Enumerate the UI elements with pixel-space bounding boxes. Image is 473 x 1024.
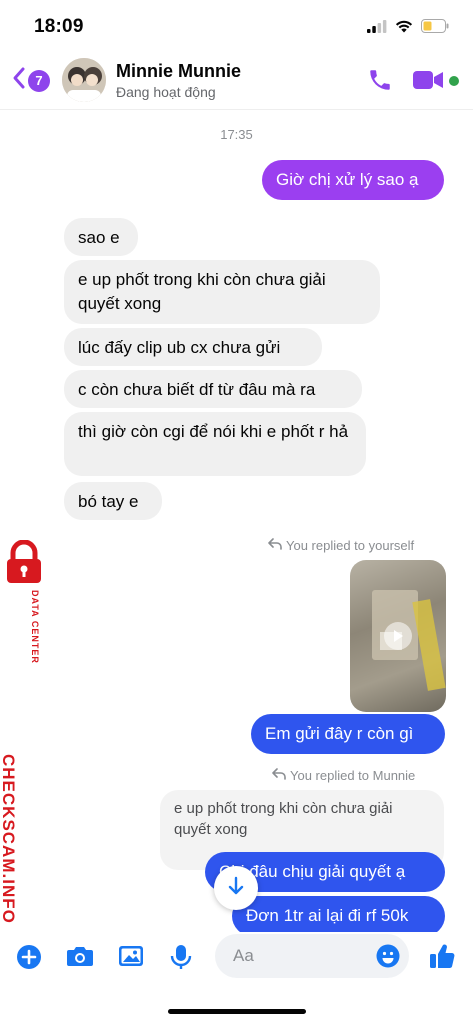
thumbs-up-icon[interactable] [428,942,456,975]
incoming-message[interactable]: c còn chưa biết df từ đâu mà ra [64,370,362,408]
status-time: 18:09 [34,16,84,37]
video-call-icon[interactable] [413,69,445,96]
incoming-message[interactable]: sao e [64,218,138,256]
reply-note-text: You replied to Munnie [290,768,416,783]
incoming-message[interactable]: bó tay e [64,482,162,520]
message-timestamp: 17:35 [220,127,253,142]
reply-indicator: You replied to yourself [268,538,414,553]
reply-icon [272,768,286,783]
scroll-to-bottom-button[interactable] [214,866,258,910]
watermark: DATA CENTER CHECKSCAM.INFO [0,539,48,924]
reply-indicator: You replied to Munnie [272,768,415,783]
microphone-icon[interactable] [170,944,192,975]
message-composer [0,932,473,982]
lock-icon [4,539,44,589]
watermark-subtitle: DATA CENTER [30,590,40,664]
watermark-title: CHECKSCAM.INFO [0,754,18,924]
outgoing-message[interactable]: Đơn 1tr ai lại đi rf 50k [232,896,445,932]
back-button[interactable]: 7 [12,66,50,95]
camera-icon[interactable] [66,944,94,973]
unread-count-badge: 7 [28,69,50,92]
gallery-icon[interactable] [118,944,144,973]
home-indicator[interactable] [168,1009,306,1014]
chevron-left-icon [12,66,26,95]
play-icon[interactable] [384,622,412,650]
wifi-icon [395,20,413,38]
online-indicator [449,76,459,86]
outgoing-message[interactable]: Em gửi đây r còn gì [251,714,445,754]
message-thread[interactable]: 17:35 Giờ chị xử lý sao ạ sao e e up phố… [0,110,473,932]
battery-icon [421,19,449,38]
emoji-icon[interactable] [376,944,400,973]
outgoing-message[interactable]: Giờ chị xử lý sao ạ [262,160,444,200]
plus-icon[interactable] [16,944,42,975]
avatar[interactable] [62,58,106,102]
incoming-message[interactable]: e up phốt trong khi còn chưa giải quyết … [64,260,380,324]
chat-header: 7 Minnie Munnie Đang hoạt động [0,52,473,110]
status-icons [367,19,449,38]
incoming-message[interactable]: thì giờ còn cgi để nói khi e phốt r hả [64,412,366,476]
reply-note-text: You replied to yourself [286,538,415,553]
video-attachment[interactable] [350,560,446,712]
phone-icon[interactable] [367,67,393,98]
arrow-down-icon [227,876,245,901]
reply-icon [268,538,282,553]
incoming-message[interactable]: lúc đấy clip ub cx chưa gửi [64,328,322,366]
contact-status: Đang hoạt động [116,84,216,100]
contact-name[interactable]: Minnie Munnie [116,61,241,82]
status-bar: 18:09 [0,0,473,52]
signal-icon [367,19,387,38]
